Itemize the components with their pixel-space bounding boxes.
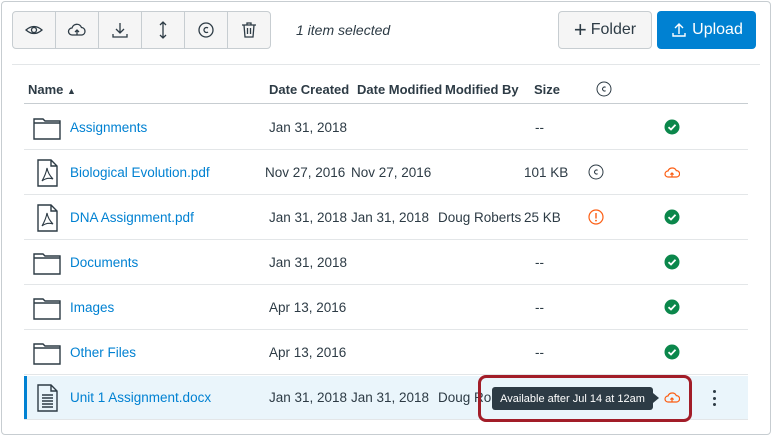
published-check-icon[interactable] — [664, 119, 680, 135]
file-size: -- — [535, 300, 544, 315]
selection-count: 1 item selected — [296, 22, 391, 38]
table-row[interactable]: Documents Jan 31, 2018 -- — [24, 241, 748, 285]
column-header-date-modified[interactable]: Date Modified — [357, 82, 442, 97]
column-header-name[interactable]: Name ▲ — [28, 82, 76, 97]
unpublished-cloud-icon[interactable] — [664, 164, 681, 180]
trash-icon — [242, 22, 256, 38]
delete-button[interactable] — [227, 11, 271, 49]
row-divider — [24, 194, 748, 195]
row-divider — [24, 284, 748, 285]
date-modified: Jan 31, 2018 — [351, 390, 430, 405]
download-icon — [112, 23, 128, 38]
copyright-icon[interactable] — [588, 164, 604, 180]
callout-highlight — [478, 375, 692, 422]
add-folder-label: Folder — [590, 21, 637, 38]
download-button[interactable] — [98, 11, 142, 49]
toolbar-divider — [12, 64, 760, 65]
date-created: Jan 31, 2018 — [269, 390, 348, 405]
publish-button[interactable] — [55, 11, 99, 49]
pdf-file-icon — [32, 203, 62, 233]
table-row[interactable]: DNA Assignment.pdf Jan 31, 2018 Jan 31, 20… — [24, 196, 748, 240]
selected-indicator — [24, 376, 27, 420]
file-name-link[interactable]: Images — [70, 300, 114, 315]
column-header-modified-by[interactable]: Modified By — [445, 82, 519, 97]
date-created: Jan 31, 2018 — [269, 255, 348, 270]
file-name-link[interactable]: Biological Evolution.pdf — [70, 165, 210, 180]
file-size: 25 KB — [524, 210, 561, 225]
copyright-icon — [198, 22, 214, 38]
plus-icon: + — [573, 17, 587, 42]
folder-icon — [32, 293, 62, 323]
date-created: Apr 13, 2016 — [269, 300, 347, 315]
header-divider — [24, 103, 748, 104]
eye-icon — [25, 25, 43, 35]
usage-rights-button[interactable] — [184, 11, 228, 49]
folder-icon — [32, 113, 62, 143]
table-row[interactable]: Assignments Jan 31, 2018 -- — [24, 106, 748, 150]
document-icon — [32, 383, 62, 413]
row-divider — [24, 329, 748, 330]
date-created: Jan 31, 2018 — [269, 210, 348, 225]
file-size: -- — [535, 120, 544, 135]
file-name-link[interactable]: Unit 1 Assignment.docx — [70, 390, 211, 405]
date-modified: Jan 31, 2018 — [351, 210, 430, 225]
file-size: -- — [535, 345, 544, 360]
file-name-link[interactable]: DNA Assignment.pdf — [70, 210, 194, 225]
file-size: -- — [535, 255, 544, 270]
column-header-size[interactable]: Size — [534, 82, 560, 97]
file-toolbar — [12, 11, 271, 49]
table-row[interactable]: Other Files Apr 13, 2016 -- — [24, 331, 748, 375]
published-check-icon[interactable] — [664, 254, 680, 270]
table-row[interactable]: Images Apr 13, 2016 -- — [24, 286, 748, 330]
folder-icon — [32, 338, 62, 368]
file-name-link[interactable]: Other Files — [70, 345, 136, 360]
copyright-icon — [596, 81, 612, 97]
published-check-icon[interactable] — [664, 209, 680, 225]
upload-button[interactable]: Upload — [657, 11, 756, 49]
published-check-icon[interactable] — [664, 344, 680, 360]
date-created: Nov 27, 2016 — [265, 165, 346, 180]
file-size: 101 KB — [524, 165, 569, 180]
file-name-link[interactable]: Documents — [70, 255, 138, 270]
more-options-icon[interactable] — [706, 387, 722, 409]
row-divider — [24, 149, 748, 150]
move-button[interactable] — [141, 11, 185, 49]
move-icon — [159, 21, 167, 39]
sort-ascending-icon: ▲ — [67, 86, 76, 96]
folder-icon — [32, 248, 62, 278]
usage-warning-icon[interactable] — [588, 209, 604, 225]
add-folder-button[interactable]: + Folder — [558, 11, 652, 49]
date-created: Jan 31, 2018 — [269, 120, 348, 135]
date-modified: Nov 27, 2016 — [351, 165, 432, 180]
file-name-link[interactable]: Assignments — [70, 120, 147, 135]
cloud-publish-icon — [67, 23, 86, 36]
published-check-icon[interactable] — [664, 299, 680, 315]
column-header-date-created[interactable]: Date Created — [269, 82, 349, 97]
pdf-file-icon — [32, 158, 62, 188]
column-header-usage-rights — [596, 81, 612, 100]
preview-button[interactable] — [12, 11, 56, 49]
upload-label: Upload — [692, 21, 743, 38]
modified-by: Doug Roberts — [438, 210, 522, 225]
row-divider — [24, 239, 748, 240]
date-created: Apr 13, 2016 — [269, 345, 347, 360]
column-name-label: Name — [28, 82, 64, 97]
upload-icon — [672, 23, 686, 37]
table-row[interactable]: Biological Evolution.pdf Nov 27, 2016 Nov … — [24, 151, 748, 195]
